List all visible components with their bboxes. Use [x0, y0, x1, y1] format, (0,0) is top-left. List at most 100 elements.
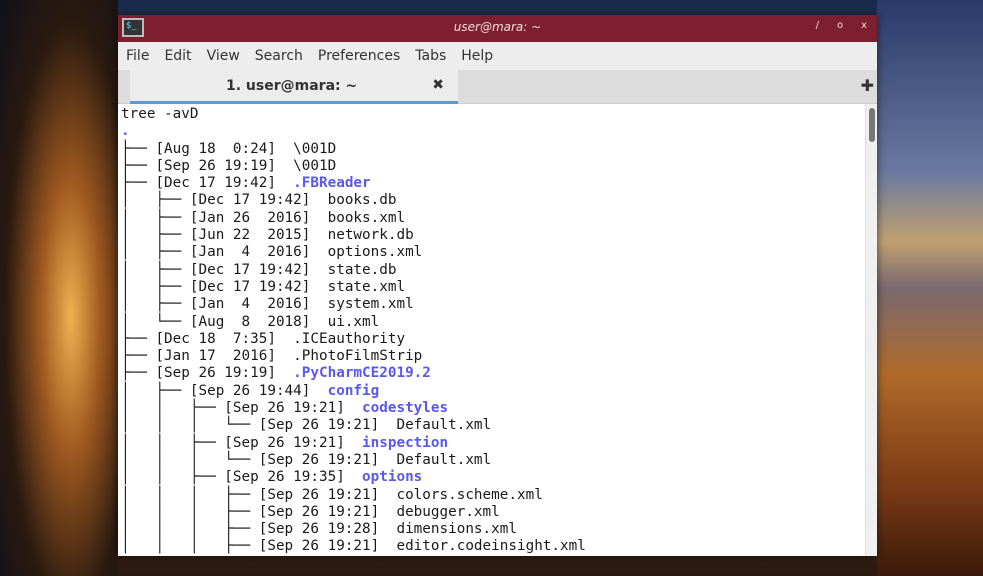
tree-line: │ │ │ ├── [Sep 26 19:21] debugger.xml — [121, 504, 500, 520]
tree-file: dimensions.xml — [396, 521, 517, 538]
title-bar[interactable]: $_ user@mara: ~ / o x — [118, 15, 877, 42]
tree-branch: │ ├── — [121, 209, 190, 226]
tree-date: [Sep 26 19:44] — [189, 382, 311, 399]
tree-branch: ├── — [121, 157, 156, 174]
terminal-window: $_ user@mara: ~ / o x File Edit View Sea… — [118, 15, 877, 556]
tree-date: [Sep 26 19:21] — [224, 400, 345, 417]
menu-help[interactable]: Help — [461, 48, 493, 64]
window-title: user@mara: ~ — [453, 20, 542, 34]
tree-date: [Dec 17 19:42] — [189, 192, 311, 209]
tree-branch: ├── — [121, 365, 156, 382]
tree-branch: │ ├── — [121, 227, 190, 244]
tree-directory: .PyCharmCE2019.2 — [293, 365, 431, 382]
tree-line: │ │ ├── [Sep 26 19:35] options — [121, 469, 422, 485]
tree-file: Default.xml — [396, 451, 492, 468]
tree-line: │ │ │ ├── [Sep 26 19:28] dimensions.xml — [121, 521, 517, 537]
tree-date: [Sep 26 19:21] — [258, 451, 380, 468]
tree-file: \001D — [293, 157, 337, 174]
tree-line: ├── [Dec 18 7:35] .ICEauthority — [121, 331, 405, 347]
menu-edit[interactable]: Edit — [164, 48, 191, 64]
tree-directory: options — [362, 469, 423, 486]
tree-date: [Dec 18 7:35] — [155, 330, 276, 347]
tree-line: │ ├── [Dec 17 19:42] state.xml — [121, 279, 405, 295]
tree-file: ui.xml — [327, 313, 380, 330]
tree-file: state.xml — [327, 278, 406, 295]
tree-file: network.db — [327, 227, 414, 244]
tree-branch: │ │ │ ├── — [121, 503, 259, 520]
tree-file: books.db — [327, 192, 397, 209]
tree-branch: │ │ │ ├── — [121, 521, 259, 538]
tree-line: │ │ ├── [Sep 26 19:21] codestyles — [121, 400, 448, 416]
tree-directory: .FBReader — [293, 175, 371, 192]
tree-directory: inspection — [362, 434, 449, 451]
tree-file: editor.codeinsight.xml — [396, 538, 586, 555]
maximize-button[interactable]: o — [837, 20, 843, 31]
menu-tabs[interactable]: Tabs — [415, 48, 446, 64]
menu-file[interactable]: File — [126, 48, 149, 64]
tree-line: │ │ │ └── [Sep 26 19:21] Default.xml — [121, 452, 491, 468]
terminal-output[interactable]: tree -avD . ├── [Aug 18 0:24] \001D ├── … — [118, 104, 865, 556]
tab-bar: 1. user@mara: ~ ✖ ✚ — [118, 70, 877, 104]
tree-directory: codestyles — [362, 400, 449, 417]
menu-preferences[interactable]: Preferences — [318, 48, 400, 64]
tree-branch: │ │ │ ├── — [121, 486, 259, 503]
tree-line: │ ├── [Dec 17 19:42] state.db — [121, 262, 396, 278]
tree-date: [Dec 17 19:42] — [189, 261, 311, 278]
tree-line: │ ├── [Jan 4 2016] options.xml — [121, 244, 422, 260]
tree-date: [Jan 4 2016] — [189, 296, 311, 313]
tree-file: .PhotoFilmStrip — [293, 348, 423, 365]
tree-file: system.xml — [327, 296, 414, 313]
tree-date: [Jun 22 2015] — [189, 227, 311, 244]
tree-line: │ ├── [Jan 26 2016] books.xml — [121, 210, 405, 226]
command-line: tree -avD — [121, 106, 199, 122]
tree-line: │ ├── [Sep 26 19:44] config — [121, 383, 379, 399]
tab-close-icon[interactable]: ✖ — [432, 77, 444, 93]
tree-file: colors.scheme.xml — [396, 486, 543, 503]
tab-user-mara[interactable]: 1. user@mara: ~ ✖ — [130, 70, 458, 104]
tree-line: │ └── [Aug 8 2018] ui.xml — [121, 314, 379, 330]
tree-branch: │ ├── — [121, 261, 190, 278]
tree-date: [Sep 26 19:21] — [224, 434, 345, 451]
tree-date: [Sep 26 19:28] — [258, 521, 380, 538]
tree-branch: │ │ │ └── — [121, 451, 259, 468]
tree-line: ├── [Sep 26 19:19] .PyCharmCE2019.2 — [121, 365, 431, 381]
desktop-wallpaper-right — [877, 0, 983, 576]
tree-date: [Sep 26 19:19] — [155, 365, 276, 382]
tree-date: [Dec 17 19:42] — [155, 175, 276, 192]
tree-file: .ICEauthority — [293, 330, 406, 347]
new-tab-icon[interactable]: ✚ — [861, 76, 874, 95]
tree-branch: │ ├── — [121, 278, 190, 295]
close-button[interactable]: x — [861, 20, 867, 31]
tree-line: │ │ ├── [Sep 26 19:21] inspection — [121, 435, 448, 451]
tree-branch: ├── — [121, 348, 156, 365]
tree-file: state.db — [327, 261, 397, 278]
tree-line: │ │ │ ├── [Sep 26 19:21] editor.codeinsi… — [121, 538, 586, 554]
tree-date: [Sep 26 19:21] — [258, 417, 380, 434]
tree-line: ├── [Sep 26 19:19] \001D — [121, 158, 336, 174]
tree-date: [Sep 26 19:21] — [258, 538, 380, 555]
tree-line: ├── [Jan 17 2016] .PhotoFilmStrip — [121, 348, 422, 364]
scrollbar[interactable] — [865, 104, 877, 556]
tree-line: │ │ │ ├── [Sep 26 19:21] colors.scheme.x… — [121, 487, 543, 503]
tree-date: [Sep 26 19:21] — [258, 503, 380, 520]
tree-branch: │ │ ├── — [121, 400, 225, 417]
menu-bar: File Edit View Search Preferences Tabs H… — [118, 42, 877, 70]
tree-branch: │ ├── — [121, 244, 190, 261]
tree-date: [Jan 17 2016] — [155, 348, 276, 365]
tree-line: │ ├── [Jun 22 2015] network.db — [121, 227, 414, 243]
tree-branch: │ └── — [121, 313, 190, 330]
tree-date: [Aug 8 2018] — [189, 313, 311, 330]
scrollbar-thumb[interactable] — [869, 108, 875, 142]
tree-date: [Jan 26 2016] — [189, 209, 311, 226]
tree-line: │ ├── [Jan 4 2016] system.xml — [121, 296, 414, 312]
tree-date: [Sep 26 19:19] — [155, 157, 276, 174]
tree-line: │ ├── [Dec 17 19:42] books.db — [121, 192, 396, 208]
tree-line: ├── [Dec 17 19:42] .FBReader — [121, 175, 371, 191]
tree-branch: │ ├── — [121, 296, 190, 313]
menu-view[interactable]: View — [207, 48, 240, 64]
tree-date: [Sep 26 19:21] — [258, 486, 380, 503]
minimize-button[interactable]: / — [816, 20, 819, 31]
tree-date: [Dec 17 19:42] — [189, 278, 311, 295]
tree-branch: │ │ ├── — [121, 434, 225, 451]
menu-search[interactable]: Search — [255, 48, 303, 64]
